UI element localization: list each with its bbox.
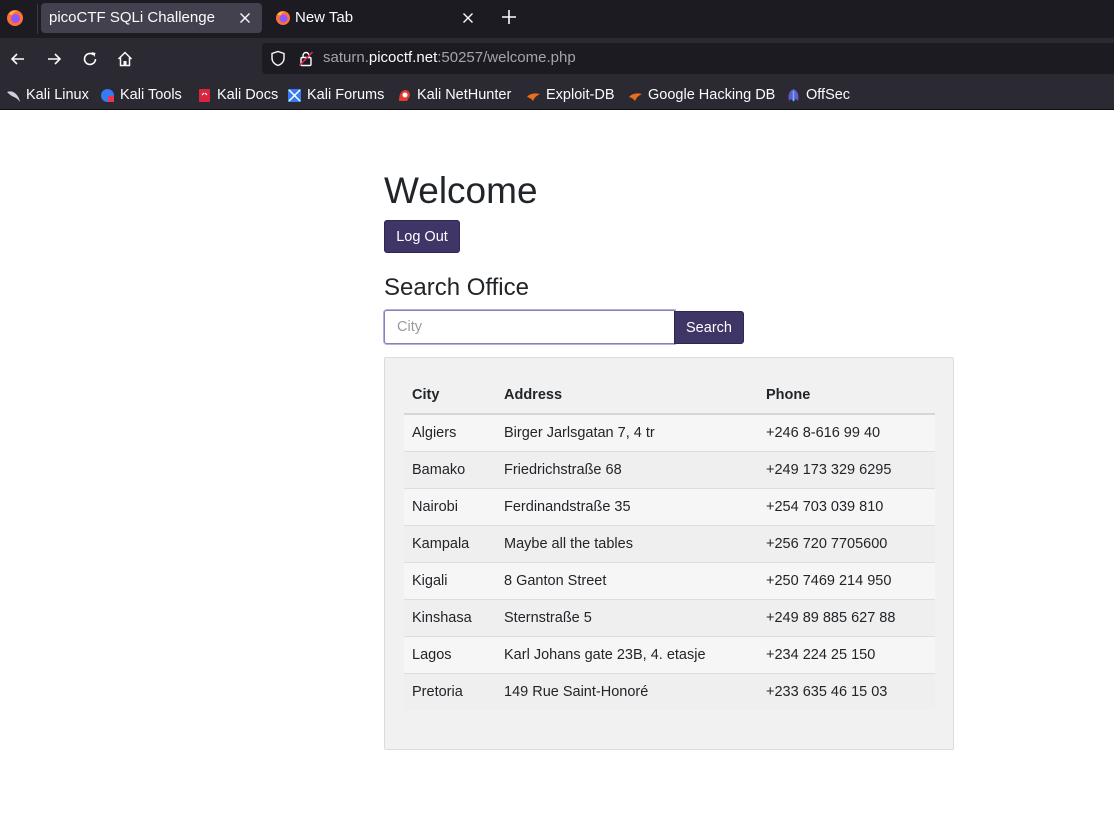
url-text: saturn.picoctf.net:50257/welcome.php: [323, 49, 576, 66]
office-results-card: City Address Phone Algiers Birger Jarlsg…: [384, 357, 954, 750]
web-page: Welcome Log Out Search Office Search Cit…: [0, 110, 1114, 829]
forward-arrow-icon[interactable]: [44, 49, 64, 69]
cell-address: Karl Johans gate 23B, 4. etasje: [496, 635, 758, 673]
bookmark-kali-nethunter[interactable]: Kali NetHunter: [397, 85, 511, 105]
cell-phone: +234 224 25 150: [758, 635, 935, 673]
close-tab-icon[interactable]: [236, 9, 254, 27]
tab-picoctf[interactable]: picoCTF SQLi Challenge: [41, 3, 262, 33]
column-header-address: Address: [496, 376, 758, 415]
cell-phone: +249 89 885 627 88: [758, 598, 935, 636]
cell-city: Kinshasa: [404, 598, 496, 636]
cell-city: Bamako: [404, 450, 496, 488]
bookmark-offsec[interactable]: OffSec: [786, 85, 850, 105]
cell-address: Ferdinandstraße 35: [496, 487, 758, 525]
bookmark-label: Exploit-DB: [546, 87, 615, 103]
column-header-phone: Phone: [758, 376, 935, 415]
kali-forums-icon: [288, 88, 301, 102]
tab-separator: [37, 4, 38, 34]
cell-city: Nairobi: [404, 487, 496, 525]
office-table: City Address Phone Algiers Birger Jarlsg…: [404, 376, 935, 710]
table-header-row: City Address Phone: [404, 376, 935, 415]
log-out-button[interactable]: Log Out: [384, 220, 460, 253]
cell-phone: +250 7469 214 950: [758, 561, 935, 599]
table-row: Kampala Maybe all the tables +256 720 77…: [404, 524, 935, 562]
address-bar[interactable]: saturn.picoctf.net:50257/welcome.php: [262, 43, 1114, 74]
ghdb-icon: [629, 92, 642, 101]
cell-city: Pretoria: [404, 672, 496, 710]
back-arrow-icon[interactable]: [8, 49, 28, 69]
cell-phone: +246 8-616 99 40: [766, 424, 881, 441]
city-search-input[interactable]: [384, 310, 675, 344]
offsec-icon: [788, 88, 799, 102]
url-domain: picoctf.net: [368, 49, 438, 66]
bookmark-google-hacking-db[interactable]: Google Hacking DB: [628, 85, 775, 105]
insecure-lock-icon[interactable]: [298, 50, 314, 67]
bookmark-label: Kali Linux: [26, 87, 89, 103]
reload-icon[interactable]: [80, 49, 100, 69]
kali-nethunter-icon: [399, 89, 410, 101]
cell-address: 149 Rue Saint-Honoré: [496, 672, 758, 710]
table-row: Pretoria 149 Rue Saint-Honoré +233 635 4…: [404, 672, 935, 710]
table-row: Algiers Birger Jarlsgatan 7, 4 tr +246 8…: [404, 414, 935, 451]
exploit-db-icon: [527, 92, 540, 101]
kali-dragon-icon: [7, 90, 20, 102]
page-title: Welcome: [384, 170, 538, 211]
firefox-icon: [276, 11, 290, 25]
navigation-toolbar: saturn.picoctf.net:50257/welcome.php: [0, 38, 1114, 80]
tab-title: New Tab: [295, 9, 354, 26]
cell-city: Kigali: [404, 561, 496, 599]
firefox-icon[interactable]: [6, 9, 24, 27]
bookmark-label: Kali Forums: [307, 87, 385, 103]
bookmark-label: Kali Docs: [217, 87, 279, 103]
table-row: Kigali 8 Ganton Street +250 7469 214 950: [404, 561, 935, 599]
tab-bar: picoCTF SQLi Challenge New Tab: [0, 0, 1114, 38]
bookmark-kali-linux[interactable]: Kali Linux: [6, 85, 89, 105]
search-button[interactable]: Search: [674, 311, 744, 344]
home-icon[interactable]: [115, 49, 135, 69]
cell-phone: +254 703 039 810: [758, 487, 935, 525]
table-row: Bamako Friedrichstraße 68 +249 173 329 6…: [404, 450, 935, 488]
bookmark-kali-docs[interactable]: Kali Docs: [197, 85, 278, 105]
cell-address: Sternstraße 5: [496, 598, 758, 636]
cell-city: Kampala: [404, 524, 496, 562]
bookmark-kali-forums[interactable]: Kali Forums: [287, 85, 384, 105]
bookmark-label: Kali NetHunter: [417, 87, 512, 103]
tracking-protection-shield-icon[interactable]: [270, 50, 286, 67]
kali-tools-icon: [101, 88, 114, 102]
cell-address: Friedrichstraße 68: [496, 450, 758, 488]
table-row: Nairobi Ferdinandstraße 35 +254 703 039 …: [404, 487, 935, 525]
bookmark-exploit-db[interactable]: Exploit-DB: [526, 85, 615, 105]
table-row: Lagos Karl Johans gate 23B, 4. etasje +2…: [404, 635, 935, 673]
cell-address: Birger Jarlsgatan 7, 4 tr: [504, 424, 655, 441]
tab-title: picoCTF SQLi Challenge: [49, 9, 215, 26]
bookmark-label: Kali Tools: [120, 87, 182, 103]
url-prefix: saturn.: [323, 49, 369, 66]
cell-address: Maybe all the tables: [496, 524, 758, 562]
cell-city: Lagos: [404, 635, 496, 673]
url-path: :50257/welcome.php: [437, 49, 576, 66]
search-office-heading: Search Office: [384, 274, 529, 301]
close-tab-icon[interactable]: [459, 9, 477, 27]
table-row: Kinshasa Sternstraße 5 +249 89 885 627 8…: [404, 598, 935, 636]
cell-phone: +249 173 329 6295: [758, 450, 935, 488]
kali-docs-icon: [199, 88, 210, 102]
cell-city: Algiers: [412, 424, 457, 441]
bookmark-label: Google Hacking DB: [648, 87, 776, 103]
new-tab-plus-icon[interactable]: [499, 7, 519, 27]
bookmarks-toolbar: Kali Linux Kali Tools Kali Docs Kali For…: [0, 80, 1114, 110]
cell-phone: +233 635 46 15 03: [758, 672, 935, 710]
cell-address: 8 Ganton Street: [496, 561, 758, 599]
tab-new-tab[interactable]: New Tab: [267, 3, 485, 33]
bookmark-kali-tools[interactable]: Kali Tools: [100, 85, 182, 105]
column-header-city: City: [404, 376, 496, 415]
cell-phone: +256 720 7705600: [758, 524, 935, 562]
bookmark-label: OffSec: [806, 87, 851, 103]
